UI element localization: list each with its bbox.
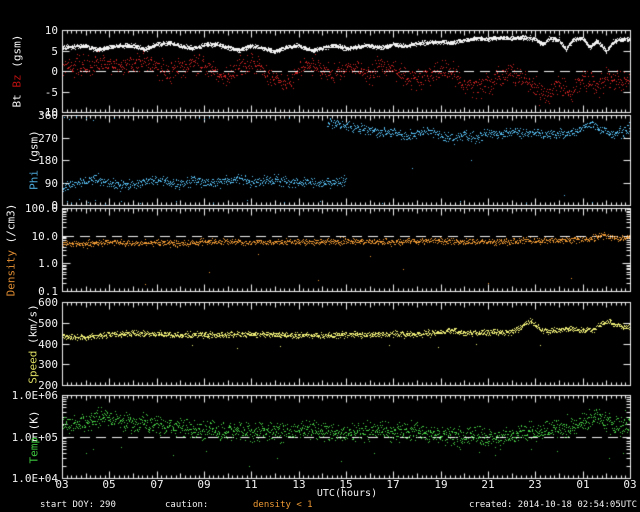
density-caution-note: density < 1 bbox=[253, 500, 313, 510]
created-timestamp: created: 2014-10-18 02:54:05UTC bbox=[469, 500, 637, 510]
caution-label: caution: bbox=[165, 500, 209, 510]
chart-canvas bbox=[0, 0, 640, 512]
footer: start DOY: 290 caution: density < 1 crea… bbox=[0, 500, 640, 512]
x-axis-title: UTC(hours) bbox=[316, 488, 378, 499]
start-doy-label: start DOY: 290 bbox=[40, 500, 116, 510]
ace-rtsw-plot: ACE RTSW (Estimated) MAG & SWEPAM Begin:… bbox=[0, 0, 640, 512]
